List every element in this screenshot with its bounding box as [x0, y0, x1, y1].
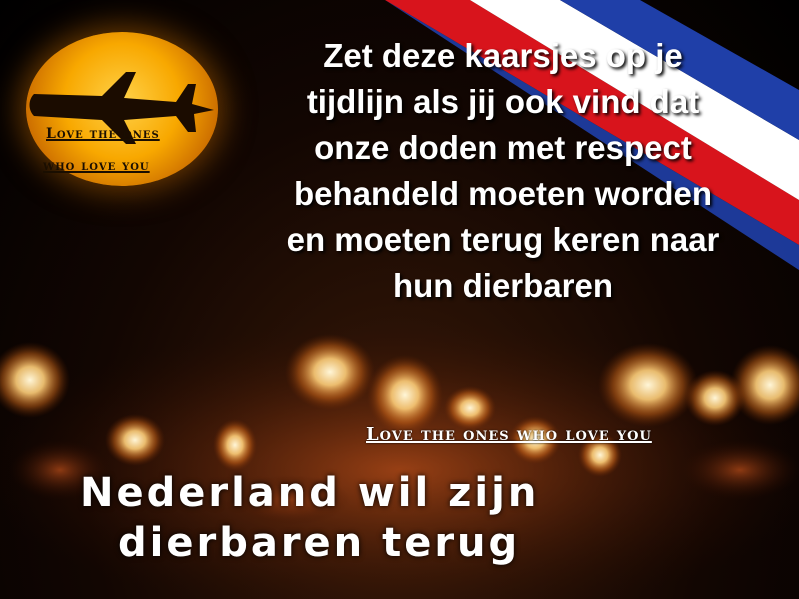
message-line: onze doden met respect	[314, 129, 692, 166]
message-line: tijdlijn als jij ook vind dat	[306, 83, 700, 120]
headline-line-1: Nederland wil zijn	[80, 470, 540, 516]
message-line: behandeld moeten worden	[293, 175, 713, 212]
message-line: Zet deze kaarsjes op je	[323, 37, 683, 74]
message-text: Zet deze kaarsjes op je tijdlijn als jij…	[236, 33, 770, 309]
tagline-wide: Love the ones who love you	[366, 424, 652, 445]
memorial-image: Love the ones who love you Zet deze kaar…	[0, 0, 799, 599]
message-line: hun dierbaren	[392, 267, 614, 304]
headline-line-2: dierbaren terug	[118, 520, 521, 566]
message-line: en moeten terug keren naar	[286, 221, 720, 258]
tagline-small-1: Love the ones	[46, 126, 160, 142]
headline: Nederland wil zijn dierbaren terug	[60, 468, 740, 568]
tagline-small-2: who love you	[43, 158, 150, 174]
